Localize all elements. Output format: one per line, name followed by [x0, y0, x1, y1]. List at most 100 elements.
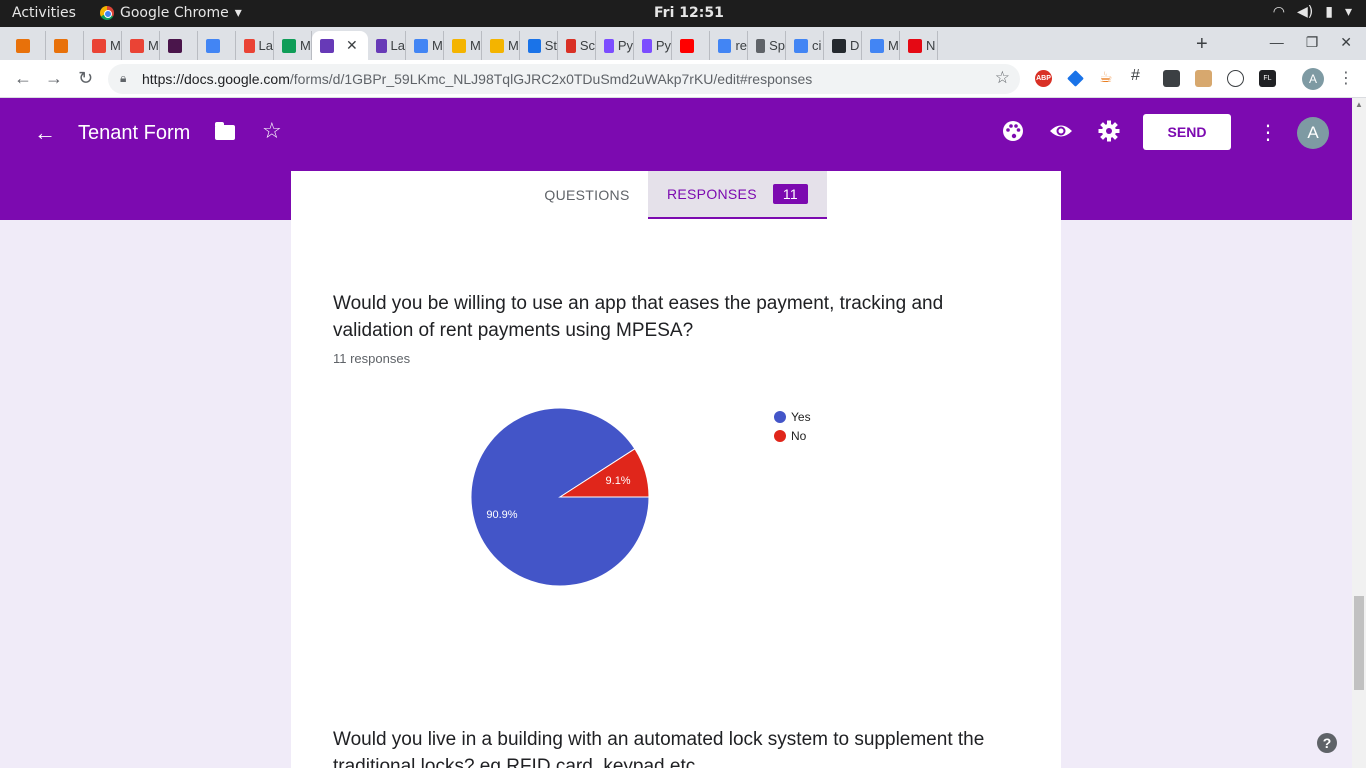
tab-favicon-icon — [680, 38, 694, 53]
browser-tab[interactable]: ci — [786, 31, 824, 60]
star-icon[interactable]: ☆ — [262, 118, 282, 144]
browser-tab[interactable]: M — [274, 31, 312, 60]
browser-tab[interactable]: M — [122, 31, 160, 60]
browser-tab[interactable]: D — [824, 31, 862, 60]
tab-favicon-icon — [794, 38, 808, 53]
browser-tab[interactable]: ✕ — [312, 31, 368, 60]
new-tab-button[interactable]: + — [1196, 33, 1208, 56]
browser-tab[interactable]: La — [236, 31, 274, 60]
tab-favicon-icon — [320, 38, 334, 53]
browser-tab[interactable]: N — [900, 31, 938, 60]
forward-arrow-icon[interactable]: → — [45, 68, 63, 89]
tab-title: M — [300, 38, 311, 53]
window-controls: — ❐ ✕ — [1270, 34, 1352, 51]
back-arrow-icon[interactable]: ← — [14, 68, 32, 89]
tab-title: St — [544, 38, 557, 53]
activities-button[interactable]: Activities — [12, 5, 76, 21]
browser-tab[interactable]: M — [444, 31, 482, 60]
browser-tab[interactable]: Sc — [558, 31, 596, 60]
tab-favicon-icon — [130, 38, 144, 53]
tab-title: M — [148, 38, 159, 53]
browser-tab[interactable]: Py — [596, 31, 634, 60]
settings-gear-icon[interactable] — [1098, 120, 1120, 148]
more-options-icon[interactable]: ⋮ — [1258, 120, 1278, 145]
tab-favicon-icon — [244, 38, 255, 53]
battery-icon: ▮ — [1325, 4, 1333, 20]
legend-swatch — [774, 410, 786, 423]
browser-tab[interactable]: St — [520, 31, 558, 60]
browser-tab[interactable]: M — [84, 31, 122, 60]
palette-icon[interactable] — [1002, 120, 1024, 148]
tab-favicon-icon — [604, 38, 614, 53]
folder-icon[interactable] — [215, 122, 235, 140]
close-window-button[interactable]: ✕ — [1340, 34, 1352, 51]
browser-tab[interactable]: Sp — [748, 31, 786, 60]
minimize-button[interactable]: — — [1270, 34, 1284, 51]
grid-extension-icon[interactable]: # — [1131, 67, 1148, 84]
extension-icon[interactable] — [1067, 70, 1084, 87]
code-extension-icon[interactable] — [1227, 70, 1244, 87]
tab-close-icon[interactable]: ✕ — [346, 37, 358, 54]
legend-label: Yes — [791, 409, 811, 424]
chart-legend: Yes No — [774, 407, 811, 445]
browser-tab[interactable] — [672, 31, 710, 60]
tab-favicon-icon — [832, 38, 846, 53]
tab-strip: + — ❐ ✕ M M La M ✕ La M M M St Sc Py Py re Sp ci D M N — [0, 27, 1366, 60]
help-icon[interactable]: ? — [1317, 733, 1337, 753]
tab-favicon-icon — [490, 38, 504, 53]
restore-button[interactable]: ❐ — [1306, 34, 1319, 51]
tab-title: M — [888, 38, 899, 53]
send-button[interactable]: SEND — [1143, 114, 1231, 150]
browser-menu-icon[interactable]: ⋮ — [1338, 68, 1354, 88]
scroll-up-icon[interactable]: ▲ — [1355, 100, 1363, 109]
adblock-icon[interactable]: ABP — [1035, 70, 1052, 87]
tab-title: La — [258, 38, 273, 53]
browser-tab[interactable]: M — [862, 31, 900, 60]
legend-swatch — [774, 429, 786, 442]
reload-icon[interactable]: ↻ — [78, 68, 93, 89]
bookmark-star-icon[interactable]: ☆ — [995, 68, 1010, 88]
browser-tab[interactable] — [46, 31, 84, 60]
browser-tab[interactable] — [198, 31, 236, 60]
browser-tab[interactable]: La — [368, 31, 406, 60]
pie-chart: 90.9% 9.1% — [470, 407, 650, 587]
tab-title: Py — [655, 38, 671, 53]
preview-eye-icon[interactable] — [1049, 120, 1073, 148]
back-arrow-icon[interactable]: ← — [34, 120, 56, 146]
pie-slice-label: 90.9% — [486, 509, 517, 521]
tab-favicon-icon — [566, 38, 576, 53]
tab-title: Sp — [769, 38, 785, 53]
tab-favicon-icon — [642, 38, 652, 53]
tab-title: M — [470, 38, 481, 53]
clock[interactable]: Fri 12:51 — [654, 5, 724, 21]
tab-title: ci — [812, 38, 822, 53]
java-icon[interactable]: ☕︎ — [1099, 68, 1116, 86]
browser-tab[interactable]: re — [710, 31, 748, 60]
app-name: Google Chrome — [120, 5, 229, 21]
browser-tab[interactable] — [160, 31, 198, 60]
app-menu[interactable]: Google Chrome ▾ — [100, 5, 242, 21]
tab-title: M — [508, 38, 519, 53]
browser-tab[interactable]: M — [406, 31, 444, 60]
system-tray[interactable]: ◠ ◀) ▮ ▾ — [1273, 4, 1352, 20]
tab-questions[interactable]: QUESTIONS — [531, 171, 643, 219]
tab-favicon-icon — [282, 38, 296, 53]
tab-title: Py — [617, 38, 633, 53]
browser-tab[interactable] — [8, 31, 46, 60]
address-bar[interactable]: 🔒︎ https://docs.google.com/forms/d/1GBPr… — [108, 64, 1020, 94]
page-scrollbar[interactable]: ▲ — [1352, 98, 1366, 768]
legend-label: No — [791, 428, 807, 443]
profile-avatar[interactable]: A — [1302, 68, 1324, 90]
fl-extension-icon[interactable]: FL — [1259, 70, 1276, 87]
face-extension-icon[interactable] — [1195, 70, 1212, 87]
scrollbar-thumb[interactable] — [1354, 596, 1364, 690]
browser-tab[interactable]: M — [482, 31, 520, 60]
dots-extension-icon[interactable] — [1163, 70, 1180, 87]
form-title[interactable]: Tenant Form — [78, 122, 190, 145]
account-avatar[interactable]: A — [1297, 117, 1329, 149]
tab-responses[interactable]: RESPONSES 11 — [648, 171, 827, 219]
pie-slice-label: 9.1% — [606, 475, 631, 487]
url-text[interactable]: https://docs.google.com/forms/d/1GBPr_59… — [142, 71, 812, 87]
browser-tab[interactable]: Py — [634, 31, 672, 60]
tab-favicon-icon — [452, 38, 466, 53]
